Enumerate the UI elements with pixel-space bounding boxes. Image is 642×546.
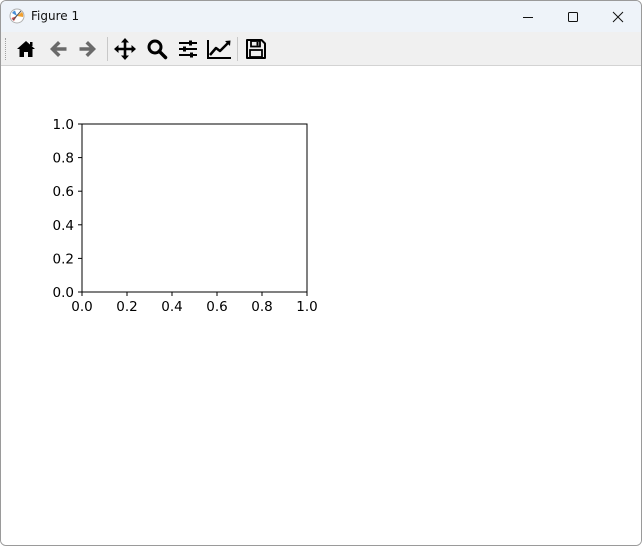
plot-area: 0.0 0.2 0.4 0.6 0.8 1.0 0.0 0.2 0.4 0.6 0.8 1.0	[53, 117, 318, 315]
save-button[interactable]	[243, 36, 269, 62]
zoom-magnifier-icon	[147, 39, 168, 60]
title-bar: Figure 1	[1, 1, 641, 32]
close-icon	[612, 11, 624, 22]
y-tick-label: 0.0	[53, 285, 74, 301]
configure-subplots-icon	[179, 40, 197, 58]
y-tick-label: 0.2	[53, 251, 74, 267]
back-button[interactable]	[45, 36, 71, 62]
matplotlib-icon	[9, 8, 25, 24]
figure-canvas[interactable]: 0.0 0.2 0.4 0.6 0.8 1.0 0.0 0.2 0.4 0.6 0.8 1.0	[1, 66, 641, 545]
x-tick-label: 0.8	[251, 299, 272, 315]
configure-subplots-button[interactable]	[175, 36, 201, 62]
figure-window: Figure 1 0.0 0.2 0.4 0.6 0.8 1.0 0.0 0.2…	[0, 0, 642, 546]
x-tick-label: 0.2	[116, 299, 137, 315]
y-tick-label: 0.4	[53, 218, 74, 234]
maximize-icon	[568, 11, 578, 22]
maximize-button[interactable]	[550, 1, 596, 32]
back-arrow-icon	[50, 41, 67, 57]
x-tick-label: 0.4	[161, 299, 182, 315]
toolbar-separator	[107, 37, 108, 61]
toolbar-separator	[237, 37, 238, 61]
x-tick-label: 0.0	[71, 299, 92, 315]
forward-button[interactable]	[75, 36, 101, 62]
close-button[interactable]	[595, 1, 641, 32]
axes-frame	[81, 123, 308, 293]
y-tick-label: 0.8	[53, 151, 74, 167]
y-tick-label: 1.0	[53, 117, 74, 133]
toolbar-grip[interactable]	[5, 38, 8, 60]
x-tick-label: 1.0	[296, 299, 317, 315]
window-title: Figure 1	[31, 9, 80, 23]
zoom-button[interactable]	[144, 36, 170, 62]
pan-move-icon	[114, 38, 136, 60]
y-tick-label: 0.6	[53, 184, 74, 200]
navigation-toolbar	[1, 32, 641, 66]
forward-arrow-icon	[79, 41, 96, 57]
minimize-icon	[523, 16, 533, 18]
edit-axis-icon	[207, 40, 231, 59]
edit-axis-button[interactable]	[206, 36, 232, 62]
save-icon	[246, 39, 266, 59]
minimize-button[interactable]	[505, 1, 551, 32]
home-button[interactable]	[13, 36, 39, 62]
home-icon	[17, 41, 35, 57]
pan-button[interactable]	[112, 36, 138, 62]
x-tick-label: 0.6	[206, 299, 227, 315]
